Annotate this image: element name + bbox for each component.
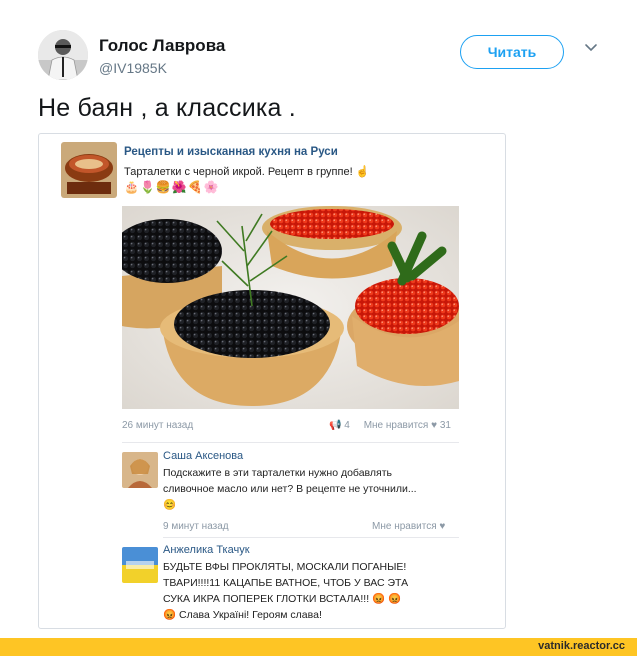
emoji-row: 🎂🌷🍔🌺🍕🌸 bbox=[124, 180, 220, 194]
heart-icon[interactable]: ♥ bbox=[431, 420, 437, 431]
avatar[interactable] bbox=[38, 30, 88, 80]
share-icon[interactable]: 📢 bbox=[329, 420, 341, 431]
post-photo bbox=[122, 206, 459, 409]
post-time: 26 минут назад bbox=[122, 420, 194, 431]
comment-text: БУДЬТЕ ВФЫ ПРОКЛЯТЫ, МОСКАЛИ ПОГАНЫЕ! ТВ… bbox=[163, 561, 409, 621]
like-label[interactable]: Мне нравится bbox=[364, 420, 429, 431]
display-name[interactable]: Голос Лаврова bbox=[99, 36, 225, 56]
comment-time: 9 минут назад bbox=[163, 521, 229, 532]
divider bbox=[122, 442, 459, 443]
comment-like[interactable]: Мне нравится ♥ bbox=[372, 521, 445, 532]
post-text: Тарталетки с черной икрой. Рецепт в груп… bbox=[124, 166, 370, 178]
follow-button[interactable]: Читать bbox=[460, 35, 564, 69]
user-handle[interactable]: @IV1985K bbox=[99, 60, 167, 76]
comment-avatar[interactable] bbox=[122, 452, 158, 488]
post-stats: 📢 4 Мне нравится ♥ 31 bbox=[329, 420, 451, 431]
comment-author[interactable]: Анжелика Ткачук bbox=[163, 544, 250, 556]
watermark-banner: vatnik.reactor.cc bbox=[0, 638, 637, 656]
like-count: 31 bbox=[439, 420, 451, 431]
comment-author[interactable]: Саша Аксенова bbox=[163, 450, 243, 462]
heart-icon: ♥ bbox=[439, 521, 446, 532]
chevron-down-icon[interactable] bbox=[583, 40, 599, 56]
tweet-text: Не баян , а классика . bbox=[38, 94, 296, 122]
share-count: 4 bbox=[344, 420, 350, 431]
group-avatar bbox=[61, 142, 117, 198]
comment-avatar[interactable] bbox=[122, 547, 158, 583]
tweet-header: Голос Лаврова @IV1985K Читать bbox=[38, 30, 608, 82]
watermark-text: vatnik.reactor.cc bbox=[538, 640, 625, 652]
divider bbox=[163, 537, 459, 538]
group-name[interactable]: Рецепты и изысканная кухня на Руси bbox=[124, 146, 338, 158]
comment-text: Подскажите в эти тарталетки нужно добавл… bbox=[163, 467, 417, 511]
tweet-media[interactable]: Рецепты и изысканная кухня на Руси Тарта… bbox=[38, 133, 506, 629]
